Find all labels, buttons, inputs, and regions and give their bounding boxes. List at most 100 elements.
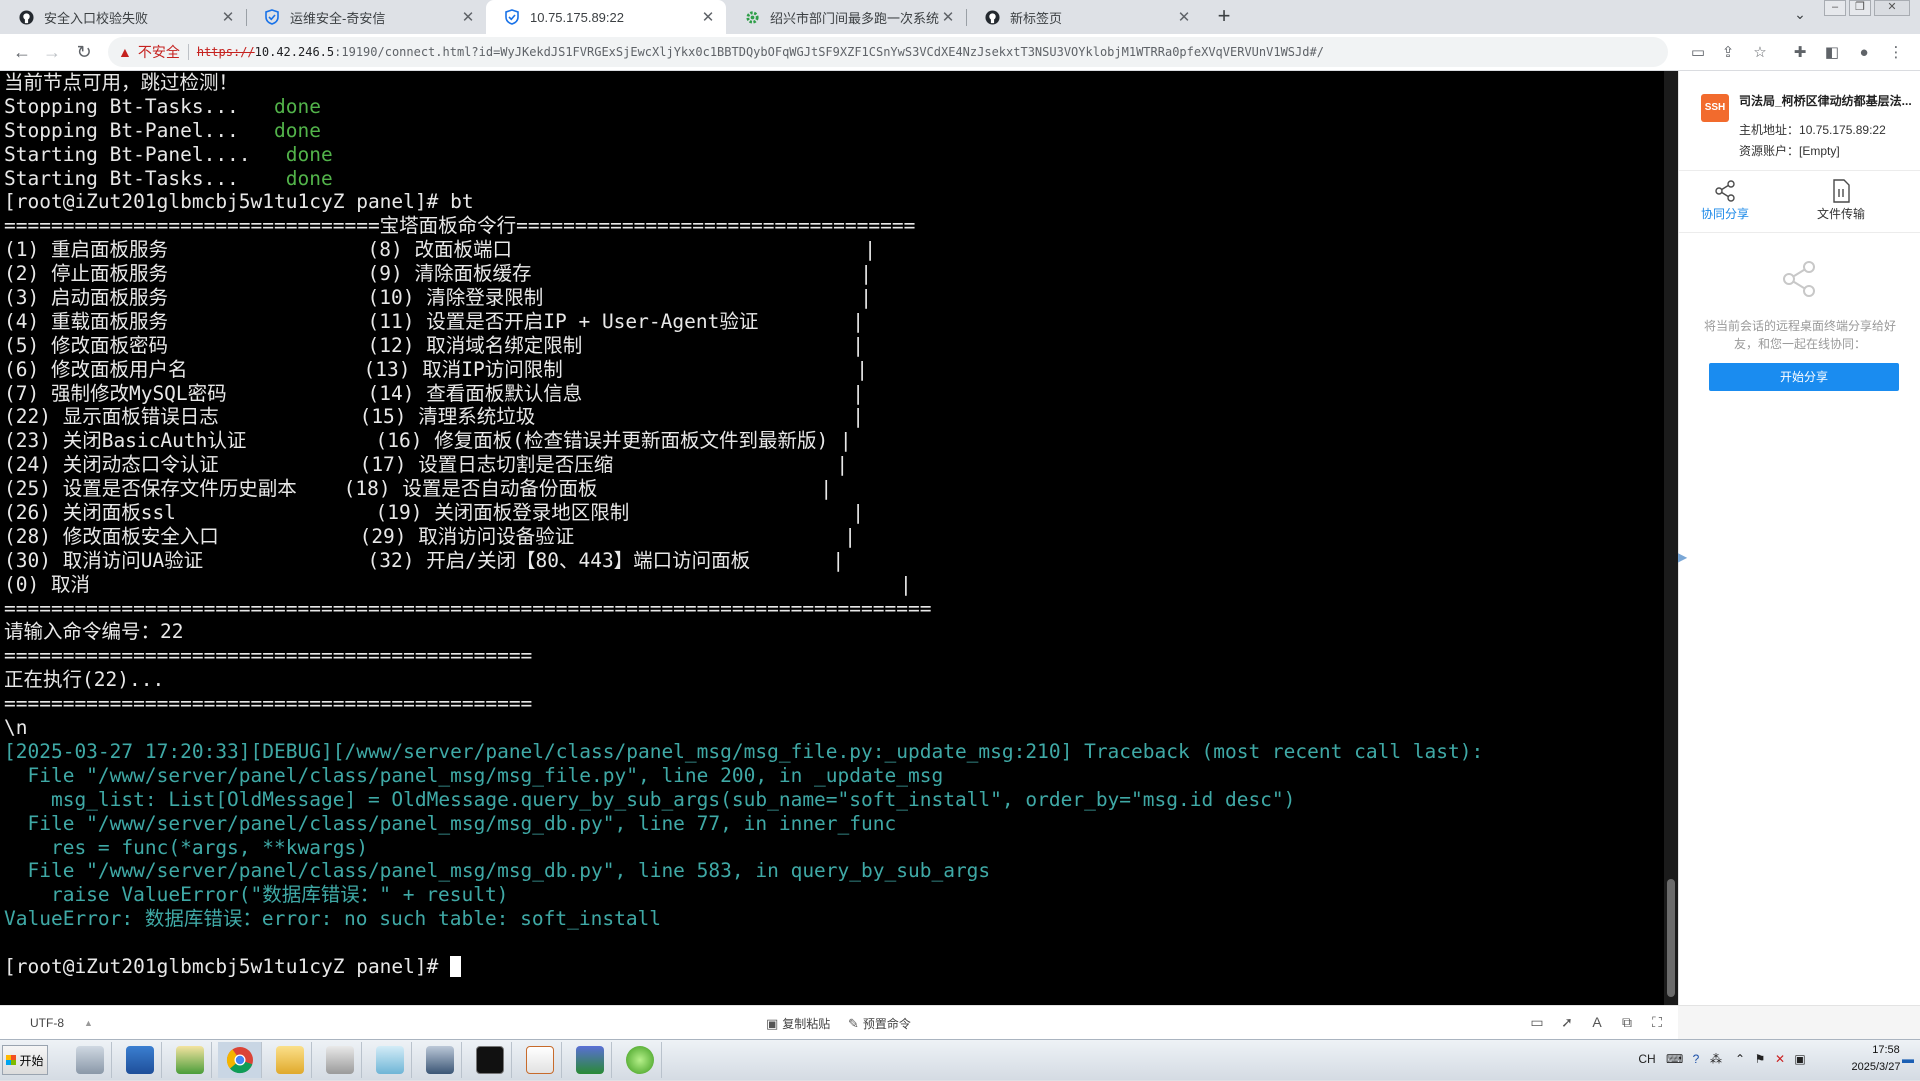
restore-button[interactable]: ❐ bbox=[1849, 0, 1871, 16]
terminal-line-text: (5) 修改面板密码 (12) 取消域名绑定限制 | bbox=[4, 333, 864, 357]
start-share-button[interactable]: 开始分享 bbox=[1709, 363, 1899, 391]
host-label: 主机地址： bbox=[1739, 123, 1800, 137]
start-button[interactable]: 开始 bbox=[2, 1045, 48, 1075]
close-icon[interactable]: ✕ bbox=[220, 8, 236, 26]
back-button[interactable]: ← bbox=[10, 41, 34, 65]
close-icon[interactable]: ✕ bbox=[460, 8, 476, 26]
browser-tab-strip: 安全入口校验失败 ✕ 运维安全-奇安信 ✕ 10.75.175.89:22 ✕ … bbox=[0, 0, 1920, 34]
terminal-line-text: Starting Bt-Tasks... bbox=[4, 166, 286, 190]
taskbar-app-chart[interactable] bbox=[168, 1042, 212, 1078]
folder-icon bbox=[275, 1046, 304, 1074]
clipboard-icon: ▣ bbox=[766, 1015, 779, 1031]
window-icon[interactable]: ⧉ bbox=[1618, 1014, 1636, 1032]
copy-paste-button[interactable]: ▣ 复制粘贴 bbox=[766, 1015, 830, 1032]
terminal-line: (2) 停止面板服务 (9) 清除面板缓存 | bbox=[4, 262, 1483, 286]
ime-icon[interactable]: ⁂ bbox=[1708, 1052, 1724, 1068]
share-page-icon[interactable]: ⇪ bbox=[1718, 43, 1738, 63]
taskbar-app-chrome[interactable] bbox=[218, 1042, 262, 1078]
address-bar[interactable]: ▲ 不安全 https:// 10.42.246.5 :19190/connec… bbox=[108, 37, 1668, 67]
terminal-line: (3) 启动面板服务 (10) 清除登录限制 | bbox=[4, 286, 1483, 310]
security-warning[interactable]: ▲ 不安全 bbox=[118, 42, 180, 62]
account-label: 资源账户： bbox=[1739, 144, 1800, 158]
terminal-line: 当前节点可用，跳过检测！ bbox=[4, 71, 1483, 95]
terminal-line-text: ValueError: 数据库错误：error: no such table: … bbox=[4, 907, 662, 931]
terminal-line-text: (24) 关闭动态口令认证 (17) 设置日志切割是否压缩 | bbox=[4, 453, 849, 477]
close-icon[interactable]: ✕ bbox=[940, 8, 956, 26]
taskbar-app-check[interactable] bbox=[568, 1042, 612, 1078]
screen-icon[interactable]: ▭ bbox=[1528, 1014, 1546, 1032]
forward-button[interactable]: → bbox=[40, 41, 64, 65]
terminal-status-bar: UTF-8 ▲ ▣ 复制粘贴 ✎ 预置命令 ▭ ➚ A ⧉ ⛶ bbox=[0, 1005, 1678, 1039]
keyboard-icon[interactable]: ⌨ bbox=[1666, 1052, 1683, 1068]
taskbar-app-powershell[interactable] bbox=[118, 1042, 162, 1078]
close-window-button[interactable]: ✕ bbox=[1874, 0, 1910, 16]
chevron-up-icon[interactable]: ▲ bbox=[84, 1018, 93, 1028]
collaborate-share-button[interactable]: 协同分享 bbox=[1685, 179, 1765, 222]
tab-1[interactable]: 运维安全-奇安信 ✕ bbox=[246, 0, 486, 34]
terminal-line: Starting Bt-Panel.... done bbox=[4, 143, 1483, 167]
tab-4[interactable]: 新标签页 ✕ bbox=[966, 0, 1202, 34]
terminal-line-text: (3) 启动面板服务 (10) 清除登录限制 | bbox=[4, 286, 872, 310]
bookmark-page-icon[interactable]: ▭ bbox=[1688, 43, 1708, 63]
terminal-line-text: ========================================… bbox=[4, 596, 932, 620]
account-info: 资源账户：[Empty] bbox=[1739, 142, 1840, 159]
language-indicator[interactable]: CH bbox=[1636, 1052, 1658, 1068]
terminal-line: 正在执行(22)... bbox=[4, 668, 1483, 692]
tab-3[interactable]: 绍兴市部门间最多跑一次系统 ✕ bbox=[726, 0, 966, 34]
terminal-line-text: (30) 取消访问UA验证 (32) 开启/关闭【80、443】端口访问面板 | bbox=[4, 548, 845, 572]
help-icon[interactable]: ? bbox=[1688, 1052, 1704, 1068]
file-transfer-button[interactable]: 文件传输 bbox=[1801, 179, 1881, 222]
terminal-scrollbar[interactable] bbox=[1664, 71, 1678, 1005]
remote-desktop-icon bbox=[425, 1046, 454, 1074]
close-icon[interactable]: ✕ bbox=[1176, 8, 1192, 26]
profile-icon[interactable]: ● bbox=[1854, 43, 1874, 63]
terminal-line: Stopping Bt-Tasks... done bbox=[4, 95, 1483, 119]
tab-title: 运维安全-奇安信 bbox=[290, 10, 386, 26]
reload-button[interactable]: ↻ bbox=[72, 41, 96, 65]
start-label: 开始 bbox=[19, 1053, 44, 1068]
minimize-button[interactable]: – bbox=[1824, 0, 1846, 16]
flag-icon[interactable]: ⚑ bbox=[1752, 1052, 1768, 1068]
show-hidden-icons[interactable]: ⌃ bbox=[1732, 1052, 1748, 1068]
terminal-line: File "/www/server/panel/class/panel_msg/… bbox=[4, 764, 1483, 788]
font-icon[interactable]: A bbox=[1588, 1014, 1606, 1032]
network-icon[interactable]: ✕ bbox=[1772, 1052, 1788, 1068]
panel-collapse-icon[interactable]: ▶ bbox=[1678, 550, 1688, 570]
status-done: done bbox=[285, 166, 333, 190]
terminal-line: 请输入命令编号：22 bbox=[4, 620, 1483, 644]
terminal-line: [root@iZut201glbmcbj5w1tu1cyZ panel]# bt bbox=[4, 190, 1483, 214]
taskbar-app-notes[interactable] bbox=[368, 1042, 412, 1078]
host-value: 10.75.175.89:22 bbox=[1799, 123, 1886, 137]
taskbar-app-green[interactable] bbox=[618, 1042, 662, 1078]
terminal-line: Stopping Bt-Panel... done bbox=[4, 119, 1483, 143]
taskbar-app-remote[interactable] bbox=[418, 1042, 462, 1078]
close-icon[interactable]: ✕ bbox=[700, 8, 716, 26]
terminal-line: File "/www/server/panel/class/panel_msg/… bbox=[4, 859, 1483, 883]
extensions-icon[interactable]: ✚ bbox=[1790, 43, 1810, 63]
send-icon[interactable]: ➚ bbox=[1558, 1014, 1576, 1032]
tab-title: 绍兴市部门间最多跑一次系统 bbox=[770, 10, 940, 26]
ssh-terminal[interactable]: 当前节点可用，跳过检测！ Stopping Bt-Tasks... done Sto… bbox=[0, 71, 1678, 1005]
tab-search-icon[interactable]: ⌄ bbox=[1790, 6, 1810, 26]
tab-0[interactable]: 安全入口校验失败 ✕ bbox=[0, 0, 246, 34]
taskbar-app-computer[interactable] bbox=[68, 1042, 112, 1078]
menu-icon[interactable]: ⋮ bbox=[1886, 43, 1906, 63]
side-panel-icon[interactable]: ◧ bbox=[1822, 43, 1842, 63]
star-icon[interactable]: ☆ bbox=[1750, 43, 1770, 63]
scrollbar-thumb[interactable] bbox=[1667, 879, 1675, 997]
volume-icon[interactable]: ▣ bbox=[1792, 1052, 1808, 1068]
taskbar-app-cmd[interactable] bbox=[468, 1042, 512, 1078]
terminal-line-text: (0) 取消 | bbox=[4, 572, 912, 596]
clock-time[interactable]: 17:58 bbox=[1856, 1044, 1916, 1056]
terminal-line: ValueError: 数据库错误：error: no such table: … bbox=[4, 907, 1483, 931]
taskbar-app-java[interactable] bbox=[518, 1042, 562, 1078]
taskbar-app-folder[interactable] bbox=[268, 1042, 312, 1078]
tab-2[interactable]: 10.75.175.89:22 ✕ bbox=[486, 0, 726, 34]
preset-command-button[interactable]: ✎ 预置命令 bbox=[848, 1015, 911, 1032]
new-tab-button[interactable]: + bbox=[1210, 4, 1238, 30]
encoding-selector[interactable]: UTF-8 bbox=[30, 1016, 64, 1030]
terminal-line: ========================================… bbox=[4, 597, 1483, 621]
fullscreen-icon[interactable]: ⛶ bbox=[1648, 1014, 1666, 1032]
taskbar-app-tools[interactable] bbox=[318, 1042, 362, 1078]
clock-date[interactable]: 2025/3/27 bbox=[1834, 1061, 1918, 1073]
